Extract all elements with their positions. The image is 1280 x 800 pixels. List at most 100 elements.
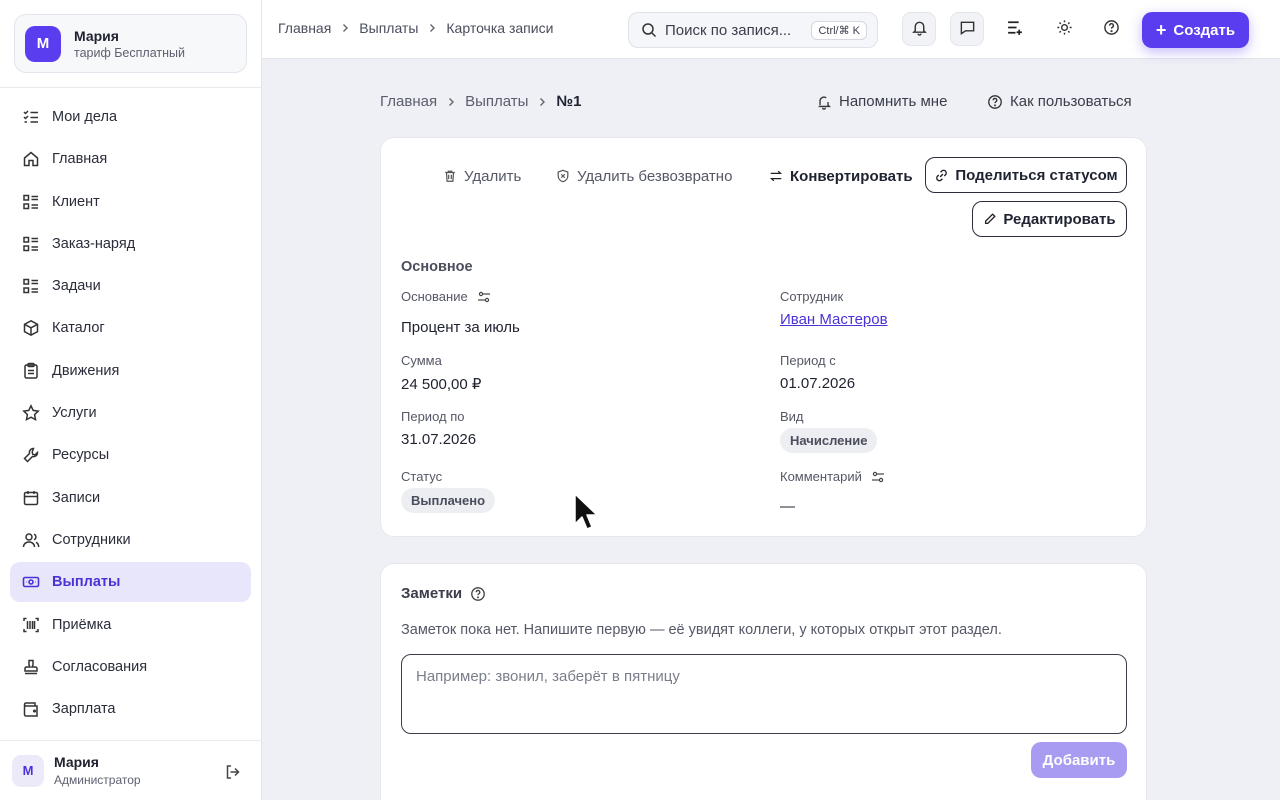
field-label-employee: Сотрудник xyxy=(780,289,844,304)
logout-icon[interactable] xyxy=(222,761,244,783)
sidebar-item-salary[interactable]: Зарплата xyxy=(10,689,251,729)
field-value-amount: 24 500,00 ₽ xyxy=(401,376,482,393)
field-label-amount: Сумма xyxy=(401,353,442,368)
edit-label: Редактировать xyxy=(1003,210,1116,228)
settings-sliders-icon[interactable] xyxy=(871,471,885,483)
stamp-icon xyxy=(22,658,40,676)
sidebar: М Мария тариф Бесплатный Мои дела Главна… xyxy=(0,0,262,800)
breadcrumb-home[interactable]: Главная xyxy=(278,20,331,36)
convert-label: Конвертировать xyxy=(790,167,913,185)
how-to-use-label: Как пользоваться xyxy=(1010,93,1132,110)
sidebar-item-label: Клиент xyxy=(52,193,100,210)
bell-icon xyxy=(911,19,928,39)
sun-icon xyxy=(1056,19,1073,39)
list-plus-icon xyxy=(1006,18,1025,40)
sidebar-item-work-order[interactable]: Заказ-наряд xyxy=(10,224,251,264)
checklist-icon xyxy=(22,108,40,126)
link-icon xyxy=(934,168,949,183)
home-icon xyxy=(22,150,40,168)
list-icon xyxy=(22,193,40,211)
help-circle-icon[interactable] xyxy=(470,586,486,602)
create-button[interactable]: + Создать xyxy=(1142,12,1249,48)
record-card xyxy=(380,137,1147,537)
remind-me-button[interactable]: Напомнить мне xyxy=(816,93,947,110)
messages-button[interactable] xyxy=(950,12,984,46)
sidebar-item-receiving[interactable]: Приёмка xyxy=(10,605,251,645)
sidebar-item-tasks[interactable]: Задачи xyxy=(10,266,251,306)
edit-button[interactable]: Редактировать xyxy=(972,201,1127,237)
search-shortcut: Ctrl/⌘ K xyxy=(811,21,867,40)
chevron-right-icon xyxy=(537,97,547,107)
sidebar-item-catalog[interactable]: Каталог xyxy=(10,308,251,348)
field-label-text: Комментарий xyxy=(780,469,862,484)
wallet-icon xyxy=(22,700,40,718)
sidebar-item-employees[interactable]: Сотрудники xyxy=(10,520,251,560)
notifications-button[interactable] xyxy=(902,12,936,46)
sidebar-item-approvals[interactable]: Согласования xyxy=(10,647,251,687)
search-icon xyxy=(641,22,657,38)
user-role: Администратор xyxy=(54,773,141,787)
breadcrumb: Главная Выплаты Карточка записи xyxy=(278,20,553,36)
share-status-label: Поделиться статусом xyxy=(955,166,1118,184)
delete-forever-label: Удалить безвозвратно xyxy=(577,167,733,185)
how-to-use-button[interactable]: Как пользоваться xyxy=(987,93,1132,110)
sidebar-divider xyxy=(0,87,262,88)
bell-plus-icon xyxy=(816,94,832,110)
sidebar-item-label: Сотрудники xyxy=(52,531,131,548)
sidebar-item-movements[interactable]: Движения xyxy=(10,351,251,391)
account-avatar: М xyxy=(25,25,61,62)
swap-arrows-icon xyxy=(769,169,783,183)
add-note-button[interactable]: Добавить xyxy=(1031,742,1127,778)
breadcrumb-payouts[interactable]: Выплаты xyxy=(359,20,418,36)
sidebar-item-resources[interactable]: Ресурсы xyxy=(10,435,251,475)
sidebar-item-label: Согласования xyxy=(52,658,148,675)
field-label-basis: Основание xyxy=(401,289,491,304)
convert-button[interactable]: Конвертировать xyxy=(769,165,913,187)
field-label-text: Основание xyxy=(401,289,468,304)
banknote-icon xyxy=(22,573,40,591)
pencil-icon xyxy=(983,212,997,226)
field-value-comment: — xyxy=(780,498,795,515)
field-value-basis: Процент за июль xyxy=(401,319,520,336)
note-input[interactable] xyxy=(401,654,1127,734)
sidebar-item-services[interactable]: Услуги xyxy=(10,393,251,433)
sidebar-item-my-tasks[interactable]: Мои дела xyxy=(10,97,251,137)
account-name: Мария xyxy=(74,27,119,44)
sidebar-item-payouts[interactable]: Выплаты xyxy=(10,562,251,603)
theme-toggle-button[interactable] xyxy=(1047,12,1081,46)
section-title-main: Основное xyxy=(401,259,473,275)
sidebar-item-home[interactable]: Главная xyxy=(10,139,251,179)
sidebar-nav: Мои дела Главная Клиент Заказ-наряд Зада… xyxy=(10,97,251,731)
sidebar-item-label: Заказ-наряд xyxy=(52,235,136,252)
plus-icon: + xyxy=(1155,20,1167,40)
task-list-button[interactable] xyxy=(998,12,1032,46)
page-title: №1 xyxy=(556,93,582,110)
avatar: М xyxy=(12,754,44,787)
delete-forever-button[interactable]: Удалить безвозвратно xyxy=(556,165,732,187)
delete-label: Удалить xyxy=(464,167,522,185)
page-breadcrumb-payouts[interactable]: Выплаты xyxy=(465,93,528,110)
sidebar-item-records[interactable]: Записи xyxy=(10,478,251,518)
notes-empty-text: Заметок пока нет. Напишите первую — её у… xyxy=(401,622,1002,638)
clipboard-icon xyxy=(22,362,40,380)
chevron-right-icon xyxy=(446,97,456,107)
settings-sliders-icon[interactable] xyxy=(477,291,491,303)
scan-icon xyxy=(22,616,40,634)
chevron-right-icon xyxy=(427,23,437,33)
account-switcher[interactable]: М Мария тариф Бесплатный xyxy=(14,14,247,73)
delete-button[interactable]: Удалить xyxy=(443,165,521,187)
sidebar-item-client[interactable]: Клиент xyxy=(10,182,251,222)
employee-link[interactable]: Иван Мастеров xyxy=(780,311,888,328)
list-icon xyxy=(22,235,40,253)
star-icon xyxy=(22,404,40,422)
help-button[interactable] xyxy=(1094,12,1128,46)
share-status-button[interactable]: Поделиться статусом xyxy=(925,157,1127,193)
page-breadcrumb-home[interactable]: Главная xyxy=(380,93,437,110)
sidebar-item-label: Главная xyxy=(52,151,108,168)
search-input[interactable]: Поиск по запися... Ctrl/⌘ K xyxy=(628,12,878,48)
field-label-period-from: Период с xyxy=(780,353,836,368)
create-label: Создать xyxy=(1173,21,1236,39)
help-circle-icon xyxy=(1103,19,1120,39)
page-breadcrumb: Главная Выплаты №1 xyxy=(380,93,582,110)
users-icon xyxy=(22,531,40,549)
